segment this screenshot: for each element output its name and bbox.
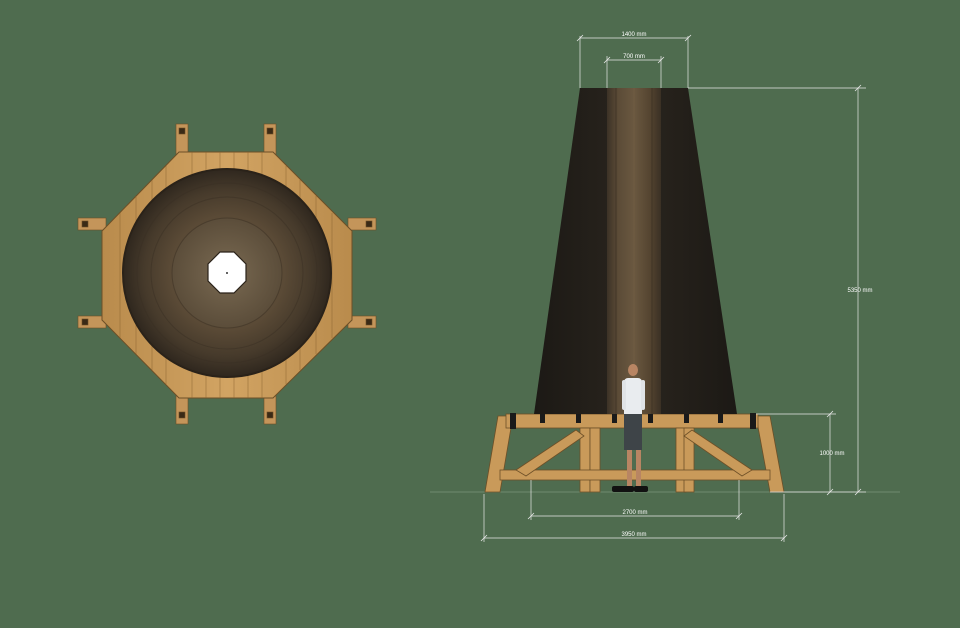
- elevation-view: 1400 mm 700 mm 5350 mm 1000 mm 2700 mm 3…: [430, 32, 900, 542]
- dim-top-inner: 700 mm: [623, 54, 645, 60]
- dim-inner-span: 2700 mm: [622, 510, 647, 516]
- dim-top-width: 1400 mm: [621, 32, 646, 38]
- dim-total-height: 5350 mm: [847, 288, 872, 294]
- plan-view: [77, 123, 377, 425]
- drawing-canvas: 1400 mm 700 mm 5350 mm 1000 mm 2700 mm 3…: [77, 32, 900, 542]
- dim-base-width: 3950 mm: [621, 532, 646, 538]
- dim-base-height: 1000 mm: [819, 451, 844, 457]
